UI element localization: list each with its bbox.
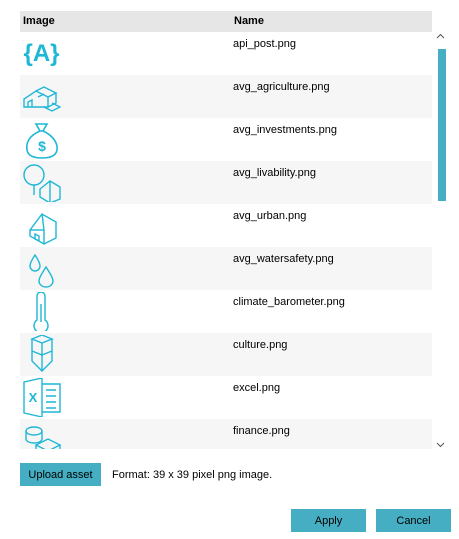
scrollbar-thumb[interactable]	[438, 49, 446, 201]
file-name: finance.png	[233, 425, 290, 437]
list-item[interactable]: avg_agriculture.png	[20, 75, 432, 118]
culture-jar-icon	[22, 335, 61, 374]
svg-text:{A}: {A}	[23, 40, 59, 67]
list-item[interactable]: {A} api_post.png	[20, 32, 432, 75]
apply-button[interactable]: Apply	[291, 509, 366, 532]
list-item[interactable]: finance.png	[20, 419, 432, 449]
coins-icon	[22, 421, 61, 449]
upload-asset-button[interactable]: Upload asset	[20, 463, 101, 486]
file-name: avg_watersafety.png	[233, 253, 334, 265]
list-item[interactable]: $ avg_investments.png	[20, 118, 432, 161]
list-header: Image Name	[20, 11, 432, 32]
file-name: avg_agriculture.png	[233, 81, 330, 93]
file-name: avg_urban.png	[233, 210, 307, 222]
api-braces-icon: {A}	[22, 34, 61, 73]
file-name: culture.png	[233, 339, 288, 351]
urban-house-icon	[22, 206, 61, 245]
list-item[interactable]: culture.png	[20, 333, 432, 376]
svg-text:X: X	[29, 390, 38, 405]
format-hint: Format: 39 x 39 pixel png image.	[112, 469, 273, 481]
column-header-image: Image	[23, 15, 55, 27]
cancel-button[interactable]: Cancel	[376, 509, 451, 532]
money-bag-icon: $	[22, 120, 61, 159]
list-item[interactable]: avg_urban.png	[20, 204, 432, 247]
list-scrollbar[interactable]	[432, 32, 449, 449]
svg-text:$: $	[38, 138, 46, 154]
asset-list: Image Name {A} api_post.png avg_agricult…	[20, 11, 432, 449]
list-item[interactable]: avg_livability.png	[20, 161, 432, 204]
file-name: api_post.png	[233, 38, 296, 50]
chevron-up-icon[interactable]	[436, 32, 445, 41]
file-name: climate_barometer.png	[233, 296, 345, 308]
file-name: excel.png	[233, 382, 281, 394]
file-name: avg_livability.png	[233, 167, 316, 179]
thermometer-icon	[22, 292, 61, 331]
list-item[interactable]: X excel.png	[20, 376, 432, 419]
list-item[interactable]: avg_watersafety.png	[20, 247, 432, 290]
column-header-name: Name	[234, 15, 264, 27]
list-item[interactable]: climate_barometer.png	[20, 290, 432, 333]
agriculture-barn-icon	[22, 77, 61, 116]
chevron-down-icon[interactable]	[436, 440, 445, 449]
asset-rows: {A} api_post.png avg_agriculture.png $ a…	[20, 32, 432, 449]
water-drops-icon	[22, 249, 61, 288]
file-name: avg_investments.png	[233, 124, 337, 136]
tree-house-icon	[22, 163, 61, 202]
excel-icon: X	[22, 378, 61, 417]
